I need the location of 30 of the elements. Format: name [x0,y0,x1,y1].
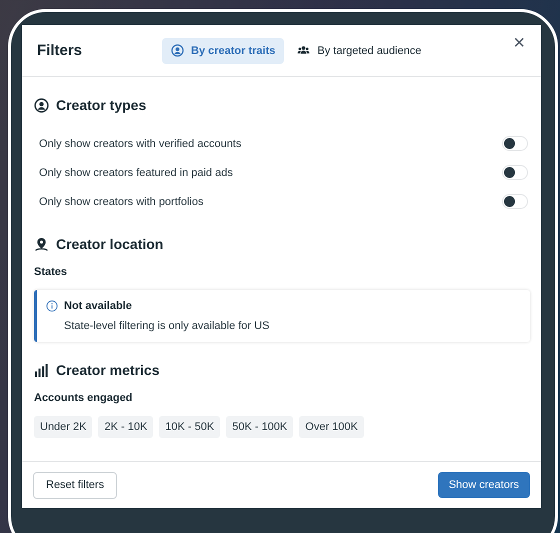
show-creators-button[interactable]: Show creators [438,472,530,498]
range-chip[interactable]: 2K - 10K [98,416,154,438]
toggle-switch[interactable] [502,194,528,209]
close-button[interactable]: × [509,33,529,53]
toggle-switch[interactable] [502,165,528,180]
notice-text: State-level filtering is only available for US [64,320,270,332]
range-chip[interactable]: Over 100K [299,416,364,438]
notice-title: Not available [64,300,132,312]
info-icon [46,300,58,312]
toggle-label: Only show creators featured in paid ads [39,166,233,178]
section-title: Creator location [56,236,164,252]
tab[interactable]: By targeted audience [288,38,430,64]
person-icon [171,44,184,57]
section-title: Creator types [56,97,146,113]
toggle-label: Only show creators with verified accounts [39,138,242,150]
subsection-title: Accounts engaged [34,392,134,404]
section-title: Creator metrics [56,362,160,378]
range-chip[interactable]: Under 2K [34,416,92,438]
range-chip[interactable]: 50K - 100K [226,416,294,438]
person-icon [34,98,49,112]
group-icon [297,44,310,57]
toggle-label: Only show creators with portfolios [39,196,204,208]
dialog-title: Filters [37,42,84,59]
tab[interactable]: By creator traits [162,38,284,64]
reset-button[interactable]: Reset filters [33,472,118,498]
subsection-title: States [34,266,68,278]
toggle-switch[interactable] [502,136,528,151]
bar-chart-icon [34,362,49,378]
location-pin-icon [34,236,49,252]
range-chip[interactable]: 10K - 50K [159,416,220,438]
